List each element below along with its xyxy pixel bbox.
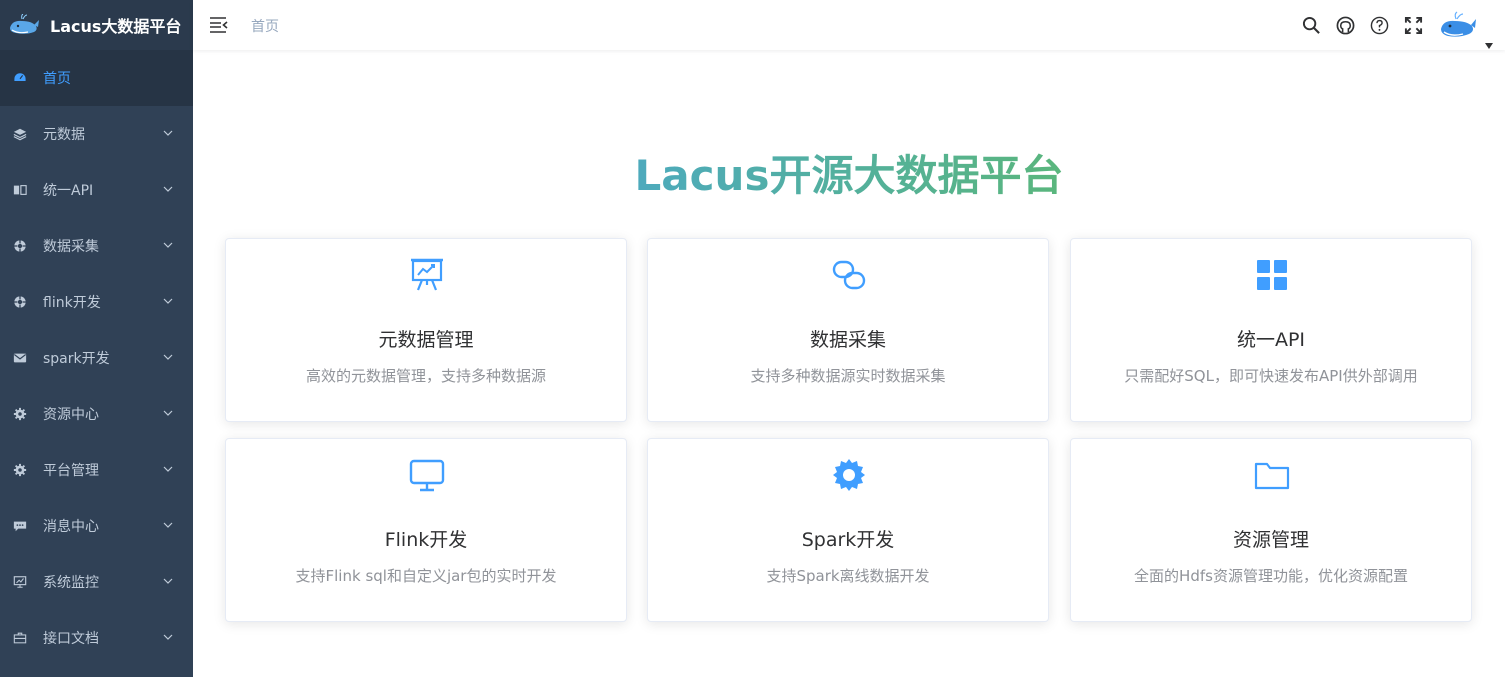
feature-card-unified-api[interactable]: 统一API 只需配好SQL，即可快速发布API供外部调用	[1070, 238, 1472, 422]
lifebuoy-icon	[12, 238, 28, 254]
sidebar: Lacus大数据平台 首页 元数据 统一API 数据采集 flink开发 spa…	[0, 0, 193, 677]
question-icon[interactable]	[1369, 15, 1389, 35]
sidebar-item-label: 平台管理	[43, 463, 99, 479]
breadcrumb[interactable]: 首页	[251, 16, 279, 36]
feature-card-resource[interactable]: 资源管理 全面的Hdfs资源管理功能，优化资源配置	[1070, 438, 1472, 622]
book-icon	[12, 182, 28, 198]
gear-icon	[12, 462, 28, 478]
hero-title: Lacus开源大数据平台	[193, 142, 1505, 203]
sidebar-item-label: 数据采集	[43, 239, 99, 255]
card-title: Flink开发	[384, 529, 468, 551]
sidebar-item-system-monitor[interactable]: 系统监控	[0, 554, 193, 610]
sidebar-item-data-collection[interactable]: 数据采集	[0, 218, 193, 274]
card-title: 元数据管理	[378, 329, 474, 351]
card-title: Spark开发	[801, 529, 895, 551]
gear-icon	[12, 406, 28, 422]
grid-icon	[1257, 260, 1287, 290]
link-icon	[832, 260, 866, 290]
sidebar-item-spark[interactable]: spark开发	[0, 330, 193, 386]
sidebar-item-home[interactable]: 首页	[0, 50, 193, 106]
sidebar-item-api-docs[interactable]: 接口文档	[0, 610, 193, 666]
sidebar-item-resource-center[interactable]: 资源中心	[0, 386, 193, 442]
sidebar-item-label: 资源中心	[43, 407, 99, 423]
card-description: 支持Flink sql和自定义jar包的实时开发	[295, 567, 557, 585]
sidebar-logo[interactable]: Lacus大数据平台	[0, 0, 193, 50]
user-menu[interactable]	[1423, 11, 1493, 49]
feature-card-data-collection[interactable]: 数据采集 支持多种数据源实时数据采集	[647, 238, 1049, 422]
sidebar-item-label: 系统监控	[43, 575, 99, 591]
sidebar-item-metadata[interactable]: 元数据	[0, 106, 193, 162]
sidebar-item-label: 元数据	[43, 127, 85, 143]
sidebar-item-label: 接口文档	[43, 631, 99, 647]
chevron-down-icon	[163, 410, 173, 416]
fullscreen-icon[interactable]	[1403, 15, 1423, 35]
card-description: 全面的Hdfs资源管理功能，优化资源配置	[1134, 567, 1408, 585]
monitor-icon	[12, 574, 28, 590]
sidebar-menu: 首页 元数据 统一API 数据采集 flink开发 spark开发 资源中心 平…	[0, 50, 193, 666]
monitor-icon	[409, 459, 445, 492]
chevron-down-icon	[163, 242, 173, 248]
chat-icon	[12, 518, 28, 534]
chevron-down-icon	[163, 522, 173, 528]
sidebar-item-label: flink开发	[43, 295, 101, 311]
sidebar-item-label: 首页	[43, 71, 71, 87]
card-description: 支持Spark离线数据开发	[766, 567, 930, 585]
caret-down-icon	[1485, 43, 1493, 49]
card-title: 数据采集	[809, 329, 886, 351]
briefcase-icon	[12, 630, 28, 646]
search-icon[interactable]	[1301, 15, 1321, 35]
sidebar-item-message-center[interactable]: 消息中心	[0, 498, 193, 554]
lifebuoy-icon	[12, 294, 28, 310]
top-navbar: 首页	[193, 0, 1505, 50]
folder-icon	[1254, 462, 1290, 490]
chevron-down-icon	[163, 466, 173, 472]
sidebar-item-flink[interactable]: flink开发	[0, 274, 193, 330]
hamburger-icon[interactable]	[209, 15, 229, 35]
chevron-down-icon	[163, 186, 173, 192]
sidebar-item-label: 统一API	[43, 183, 94, 199]
chevron-down-icon	[163, 354, 173, 360]
chevron-down-icon	[163, 130, 173, 136]
sidebar-item-unified-api[interactable]: 统一API	[0, 162, 193, 218]
dashboard-icon	[12, 70, 28, 86]
gear-icon	[833, 459, 865, 491]
chevron-down-icon	[163, 634, 173, 640]
card-description: 高效的元数据管理，支持多种数据源	[305, 367, 546, 385]
sidebar-item-label: spark开发	[43, 351, 110, 367]
app-title: Lacus大数据平台	[50, 17, 182, 36]
card-title: 资源管理	[1232, 529, 1309, 551]
presentation-chart-icon	[411, 258, 443, 291]
layers-icon	[12, 126, 28, 142]
chevron-down-icon	[163, 578, 173, 584]
feature-card-flink[interactable]: Flink开发 支持Flink sql和自定义jar包的实时开发	[225, 438, 627, 622]
feature-card-metadata[interactable]: 元数据管理 高效的元数据管理，支持多种数据源	[225, 238, 627, 422]
sidebar-item-label: 消息中心	[43, 519, 99, 535]
card-description: 支持多种数据源实时数据采集	[750, 367, 946, 385]
sidebar-item-platform-management[interactable]: 平台管理	[0, 442, 193, 498]
navbar-right-menu	[1287, 0, 1493, 50]
feature-card-spark[interactable]: Spark开发 支持Spark离线数据开发	[647, 438, 1049, 622]
github-icon[interactable]	[1335, 15, 1355, 35]
avatar	[1441, 11, 1476, 37]
mail-icon	[12, 350, 28, 366]
whale-logo-icon	[10, 14, 39, 34]
main-content: Lacus开源大数据平台 元数据管理 高效的元数据管理，支持多种数据源 数据采集…	[193, 50, 1505, 677]
chevron-down-icon	[163, 298, 173, 304]
card-title: 统一API	[1236, 329, 1306, 351]
card-description: 只需配好SQL，即可快速发布API供外部调用	[1124, 367, 1418, 385]
